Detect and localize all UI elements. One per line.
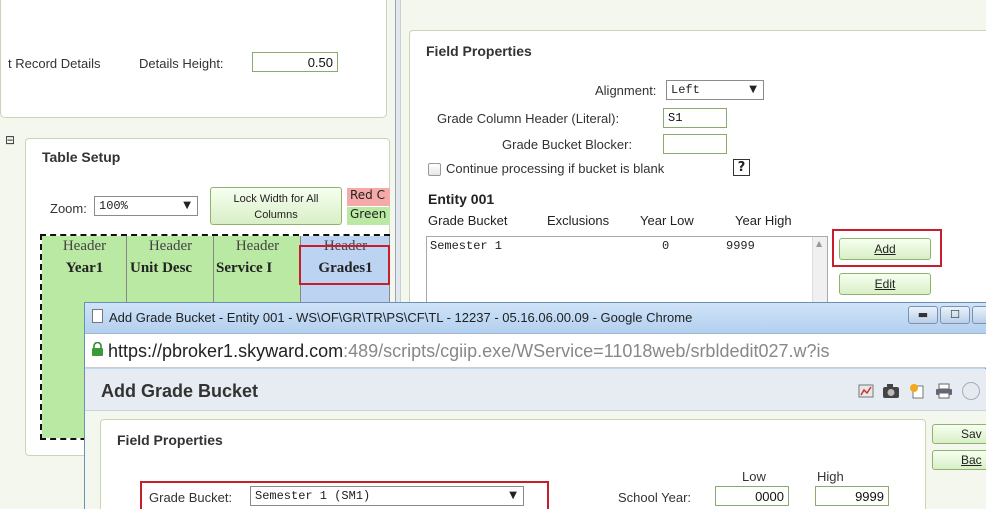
grade-bucket-blocker-label: Grade Bucket Blocker: [502, 137, 633, 152]
list-header-grade-bucket: Grade Bucket [428, 213, 508, 228]
url-host: https://pbroker1.skyward.com [108, 341, 344, 361]
back-button[interactable]: Bac [932, 450, 986, 470]
zoom-label: Zoom: [50, 201, 87, 216]
grade-bucket-blocker-input[interactable] [663, 134, 727, 154]
high-label: High [817, 469, 844, 484]
school-year-low-input[interactable]: 0000 [715, 486, 789, 506]
school-year-label: School Year: [618, 490, 692, 505]
grade-column-header-label: Grade Column Header (Literal): [437, 111, 620, 126]
list-row[interactable]: Semester 1 0 9999 [428, 239, 808, 255]
continue-processing-label: Continue processing if bucket is blank [446, 161, 665, 176]
lock-icon [91, 341, 104, 356]
scroll-up-icon[interactable]: ▲ [816, 239, 822, 248]
zoom-select[interactable]: 100% ▼ [94, 196, 198, 216]
edit-button[interactable]: Edit [839, 273, 931, 295]
column-name-1: Year1 [65, 260, 104, 276]
camera-icon[interactable] [882, 383, 900, 399]
column-header-1: Header [62, 238, 107, 254]
chevron-down-icon: ▼ [183, 200, 191, 211]
list-header-year-high: Year High [735, 213, 792, 228]
close-button-partial[interactable] [972, 306, 986, 324]
zoom-value: 100% [99, 199, 128, 213]
details-height-input[interactable]: 0.50 [252, 52, 338, 72]
report-icon[interactable] [858, 383, 874, 399]
save-button[interactable]: Sav [932, 424, 986, 444]
alignment-label: Alignment: [595, 83, 657, 98]
legend-red: Red C [347, 188, 390, 206]
table-setup-title: Table Setup [42, 149, 121, 165]
row-low: 0 [662, 239, 670, 253]
popup-field-properties-title: Field Properties [117, 432, 223, 448]
continue-processing-checkbox[interactable] [428, 163, 441, 176]
list-header-year-low: Year Low [640, 213, 694, 228]
alignment-value: Left [671, 83, 700, 97]
column-header-3: Header [235, 238, 280, 254]
lock-width-button[interactable]: Lock Width for All Columns [210, 187, 342, 225]
page-icon [92, 309, 103, 323]
row-high: 9999 [726, 239, 755, 253]
collapse-icon[interactable]: ⊟ [5, 133, 15, 147]
print-icon[interactable] [935, 383, 953, 399]
help-icon[interactable]: ? [733, 159, 750, 176]
add-button-highlight [832, 229, 942, 267]
url-path: :489/scripts/cgiip.exe/WService=11018web… [343, 341, 830, 361]
minimize-button[interactable]: ▬ [908, 306, 938, 324]
alignment-select[interactable]: Left ▼ [666, 80, 764, 100]
grade-bucket-highlight [140, 481, 549, 509]
entity-title: Entity 001 [428, 191, 495, 207]
list-header-exclusions: Exclusions [547, 213, 610, 228]
export-icon[interactable] [909, 383, 925, 399]
popup-window-title: Add Grade Bucket - Entity 001 - WS\OF\GR… [109, 310, 693, 325]
details-height-label: Details Height: [139, 56, 224, 71]
row-bucket: Semester 1 [430, 239, 503, 253]
chevron-down-icon: ▼ [749, 84, 757, 95]
help-toolbar-icon[interactable] [962, 382, 980, 400]
record-details-label: t Record Details [8, 56, 101, 71]
low-label: Low [742, 469, 766, 484]
school-year-high-input[interactable]: 9999 [815, 486, 889, 506]
grade-column-header-input[interactable]: S1 [663, 108, 727, 128]
field-properties-title: Field Properties [426, 43, 532, 59]
popup-page-title: Add Grade Bucket [101, 381, 259, 401]
list-scrollbar[interactable]: ▲ [812, 237, 827, 305]
column-header-2: Header [148, 238, 193, 254]
grades-column-highlight [299, 245, 390, 285]
maximize-button[interactable]: ☐ [940, 306, 970, 324]
legend-green: Green [347, 207, 390, 225]
url-text[interactable]: https://pbroker1.skyward.com:489/scripts… [108, 341, 830, 362]
column-name-2: Unit Desc [130, 260, 193, 276]
column-name-3: Service I [216, 260, 273, 276]
